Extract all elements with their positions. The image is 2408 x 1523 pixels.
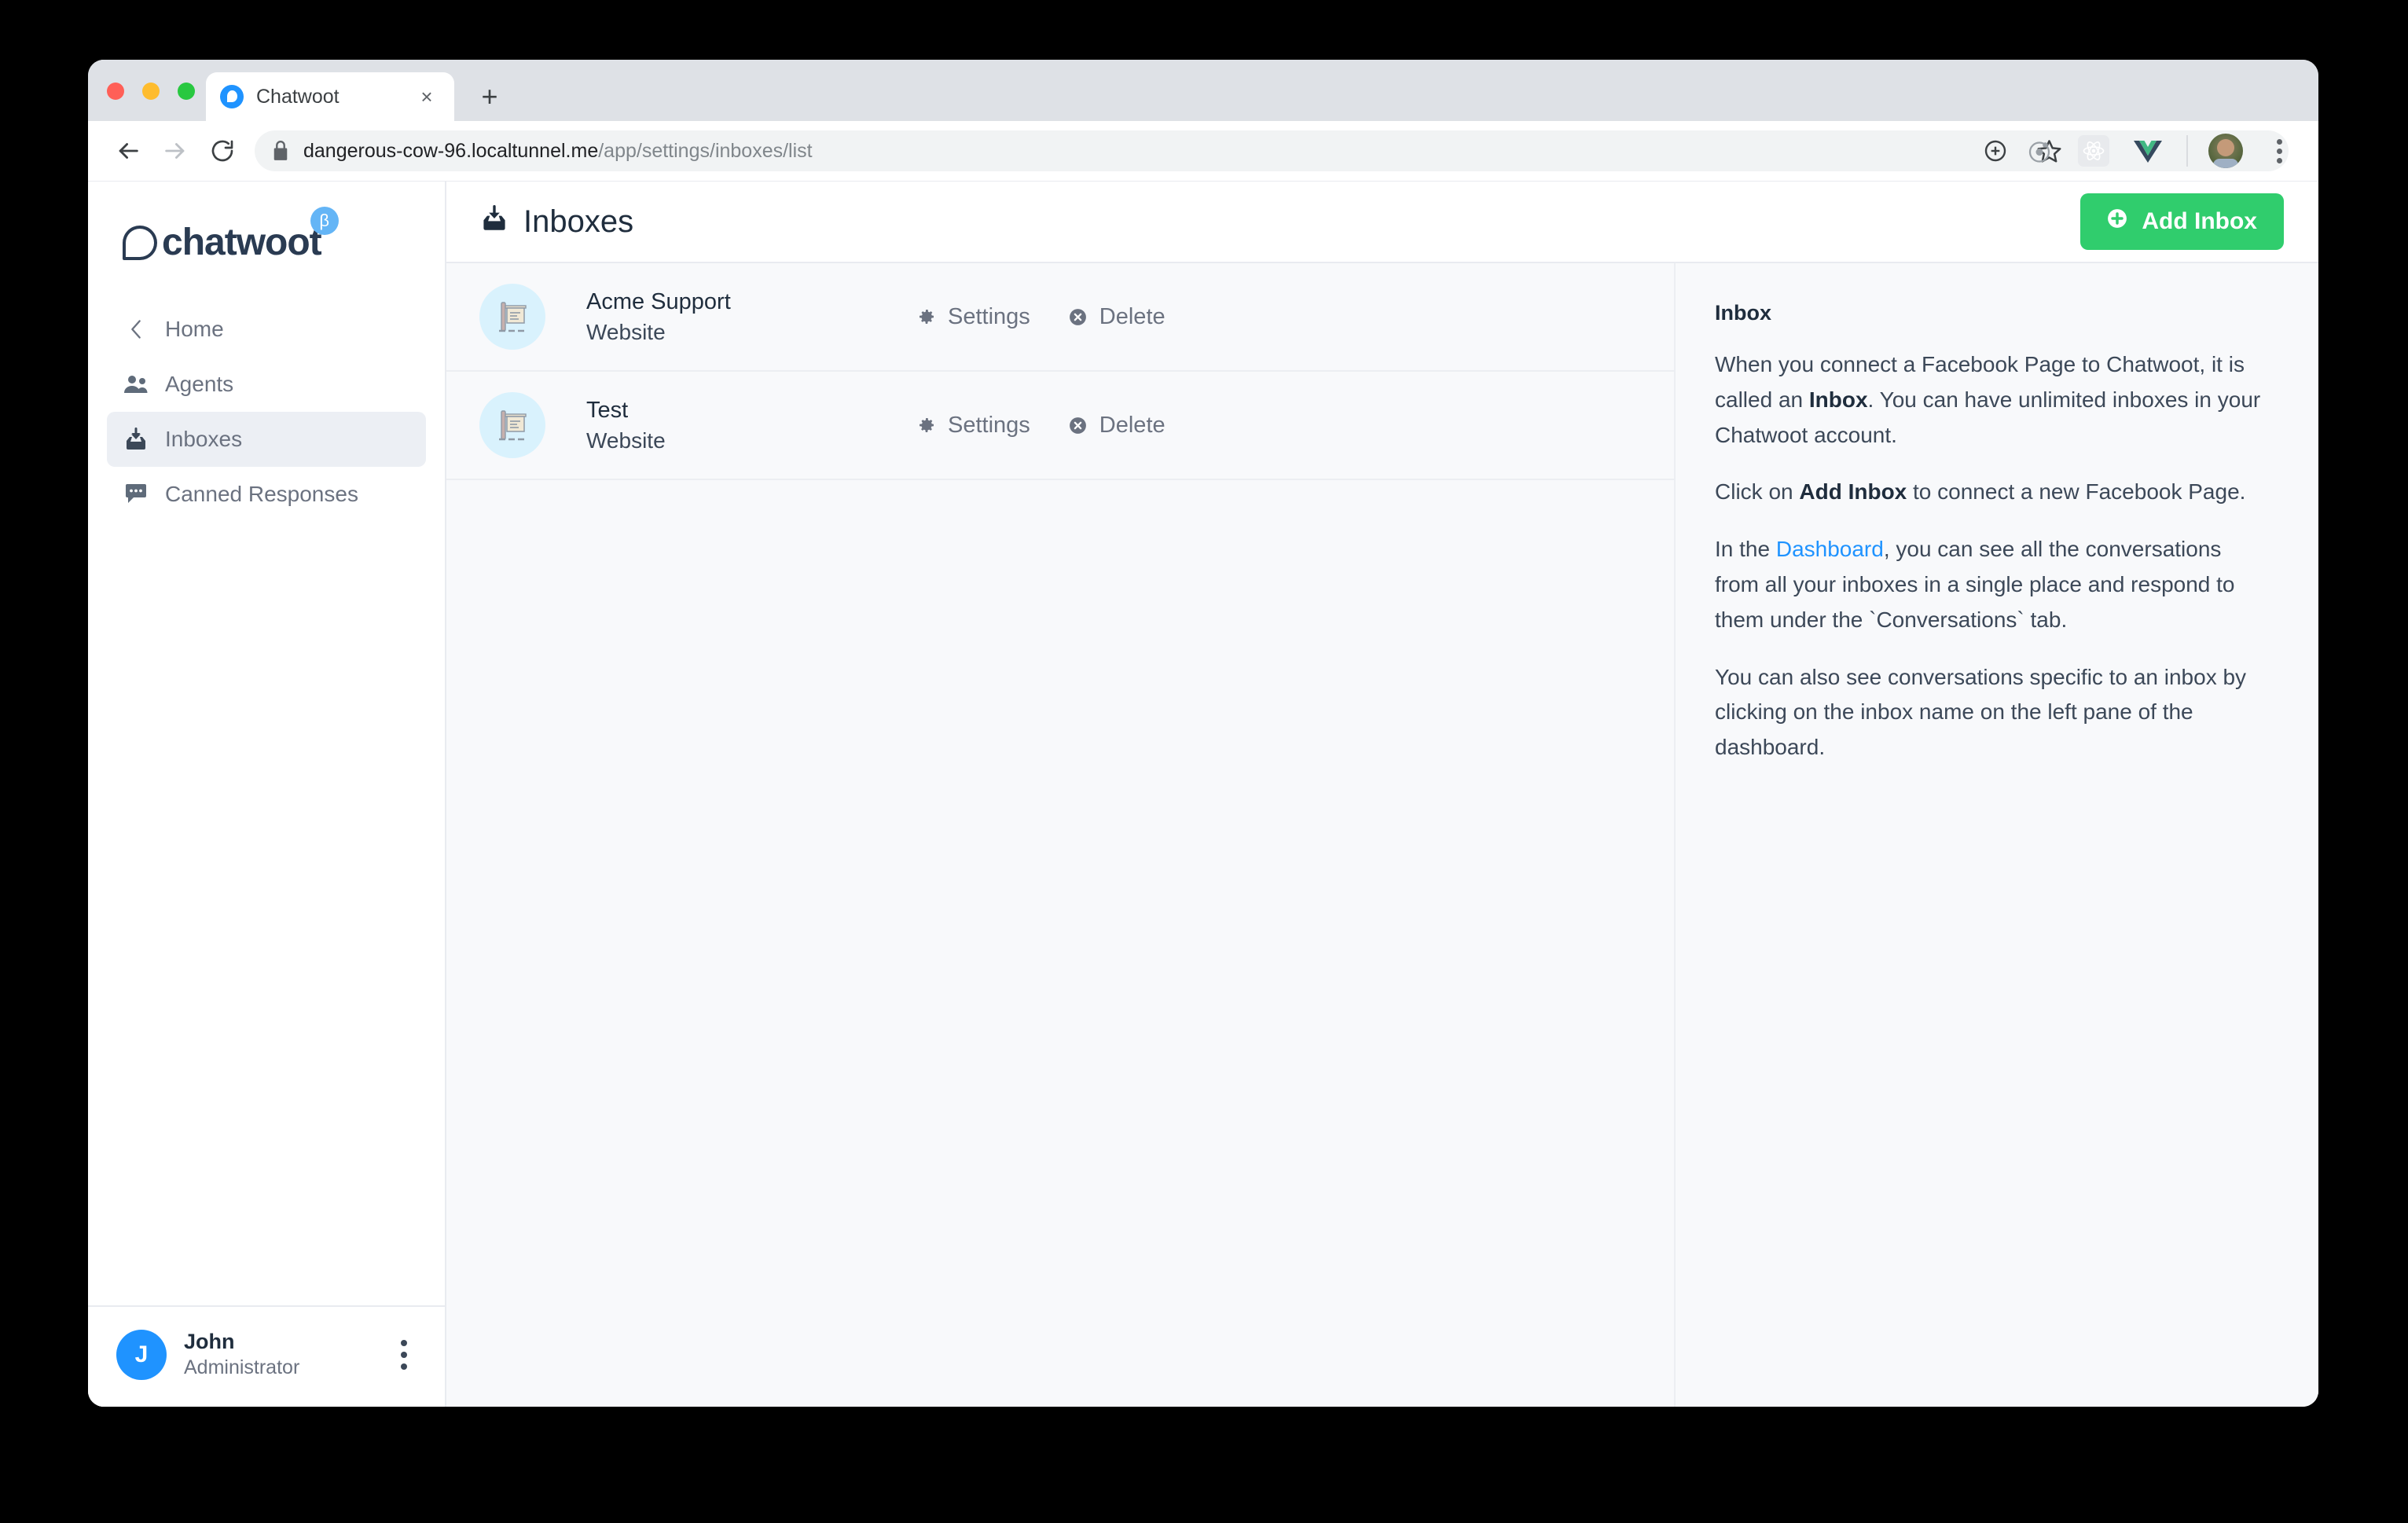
minimize-window-button[interactable]: [142, 83, 160, 100]
react-extension-icon[interactable]: [2078, 135, 2109, 167]
close-circle-icon: [1068, 306, 1088, 327]
browser-window: Chatwoot × + dangerous-cow-96.localtunne…: [88, 60, 2318, 1407]
plus-circle-icon: [2107, 208, 2127, 235]
help-paragraph-3: In the Dashboard, you can see all the co…: [1715, 532, 2271, 637]
help-text: Click on: [1715, 479, 1800, 505]
inbox-channel: Website: [586, 428, 666, 453]
page-title-text: Inboxes: [523, 204, 634, 239]
beta-badge: β: [310, 207, 339, 235]
sidebar-profile[interactable]: J John Administrator: [88, 1305, 445, 1407]
browser-toolbar: dangerous-cow-96.localtunnel.me/app/sett…: [88, 121, 2318, 181]
profile-name: John: [184, 1330, 235, 1353]
app-logo[interactable]: chatwoot β: [88, 182, 445, 288]
sidebar-item-label: Inboxes: [165, 427, 243, 451]
sidebar-item-label: Agents: [165, 372, 234, 396]
inbox-icon: [123, 426, 149, 453]
chatwoot-app: chatwoot β Home Agents Inboxes Canned Re…: [88, 181, 2318, 1407]
inbox-icon: [479, 204, 509, 240]
settings-label: Settings: [948, 303, 1030, 329]
lock-icon: [272, 141, 289, 161]
url-path: /app/settings/inboxes/list: [598, 139, 813, 162]
sidebar-item-canned-responses[interactable]: Canned Responses: [107, 467, 426, 522]
inbox-channel: Website: [586, 319, 666, 344]
chat-bubble-icon: [123, 481, 149, 508]
new-tab-button[interactable]: +: [473, 80, 506, 113]
sidebar-item-home[interactable]: Home: [107, 302, 426, 357]
inbox-meta: Test Website: [586, 395, 916, 456]
help-title: Inbox: [1715, 301, 1771, 325]
delete-label: Delete: [1099, 412, 1165, 438]
chevron-left-icon: [123, 316, 149, 343]
browser-tab[interactable]: Chatwoot ×: [206, 72, 454, 121]
window-controls: [107, 83, 195, 100]
settings-label: Settings: [948, 412, 1030, 438]
browser-menu-icon[interactable]: [2263, 135, 2295, 167]
sidebar: chatwoot β Home Agents Inboxes Canned Re…: [88, 182, 446, 1407]
sidebar-item-label: Canned Responses: [165, 482, 358, 506]
help-text: to connect a new Facebook Page.: [1907, 479, 2246, 505]
help-bold-inbox: Inbox: [1808, 387, 1868, 412]
chatwoot-favicon: [220, 85, 244, 108]
website-signboard-icon: [479, 392, 545, 458]
vue-extension-icon[interactable]: [2130, 133, 2166, 169]
add-inbox-button[interactable]: Add Inbox: [2080, 193, 2284, 250]
close-circle-icon: [1068, 415, 1088, 435]
help-paragraph-4: You can also see conversations specific …: [1715, 664, 2247, 760]
help-paragraph-2: Click on Add Inbox to connect a new Face…: [1715, 475, 2271, 510]
delete-button[interactable]: Delete: [1068, 304, 1165, 330]
row-actions: Settings Delete: [916, 413, 1165, 439]
sidebar-nav: Home Agents Inboxes Canned Responses: [88, 288, 445, 522]
row-actions: Settings Delete: [916, 304, 1165, 330]
chatwoot-logo-mark: [123, 226, 157, 260]
close-window-button[interactable]: [107, 83, 124, 100]
sidebar-item-inboxes[interactable]: Inboxes: [107, 412, 426, 467]
add-circle-icon[interactable]: [1977, 133, 2013, 169]
delete-label: Delete: [1099, 303, 1165, 329]
url-host: dangerous-cow-96.localtunnel.me: [303, 139, 599, 162]
browser-extensions: [2021, 121, 2295, 181]
forward-arrow-icon: [154, 130, 196, 172]
inbox-name: Acme Support: [586, 288, 731, 314]
inbox-list: Acme Support Website Settings Delete Tes…: [446, 263, 1674, 1407]
sidebar-item-agents[interactable]: Agents: [107, 357, 426, 412]
browser-tab-strip: Chatwoot × +: [88, 60, 2318, 121]
back-arrow-icon[interactable]: [107, 130, 149, 172]
url-text: dangerous-cow-96.localtunnel.me/app/sett…: [303, 140, 813, 163]
page-title: Inboxes: [479, 204, 633, 240]
vertical-dots-icon[interactable]: [388, 1334, 420, 1375]
profile-role: Administrator: [184, 1356, 300, 1378]
main-content: Inboxes Add Inbox Acme Support Website S…: [446, 182, 2318, 1407]
toolbar-divider: [2186, 135, 2188, 167]
gear-icon: [916, 415, 937, 435]
page-header: Inboxes Add Inbox: [446, 182, 2318, 263]
settings-button[interactable]: Settings: [916, 413, 1030, 439]
inbox-name: Test: [586, 397, 629, 423]
logo-text: chatwoot: [162, 222, 322, 263]
profile-meta: John Administrator: [184, 1329, 371, 1380]
delete-button[interactable]: Delete: [1068, 413, 1165, 439]
table-row[interactable]: Test Website Settings Delete: [446, 372, 1674, 480]
settings-button[interactable]: Settings: [916, 304, 1030, 330]
tab-title: Chatwoot: [256, 85, 340, 108]
close-icon[interactable]: ×: [413, 83, 440, 110]
content-area: Acme Support Website Settings Delete Tes…: [446, 263, 2318, 1407]
dashboard-link[interactable]: Dashboard: [1776, 537, 1884, 561]
sidebar-item-label: Home: [165, 317, 224, 341]
help-panel: Inbox When you connect a Facebook Page t…: [1674, 263, 2318, 1407]
gear-icon: [916, 306, 937, 327]
help-text: In the: [1715, 537, 1776, 562]
reload-icon[interactable]: [201, 130, 244, 172]
users-icon: [123, 371, 149, 398]
maximize-window-button[interactable]: [178, 83, 195, 100]
browser-profile-avatar[interactable]: [2208, 134, 2243, 168]
avatar: J: [116, 1329, 167, 1380]
help-paragraph-1: When you connect a Facebook Page to Chat…: [1715, 347, 2271, 453]
website-signboard-icon: [479, 284, 545, 350]
add-inbox-label: Add Inbox: [2142, 208, 2257, 234]
table-row[interactable]: Acme Support Website Settings Delete: [446, 263, 1674, 372]
orbit-extension-icon[interactable]: [2021, 133, 2057, 169]
help-bold-add-inbox: Add Inbox: [1799, 479, 1907, 505]
inbox-meta: Acme Support Website: [586, 287, 916, 347]
